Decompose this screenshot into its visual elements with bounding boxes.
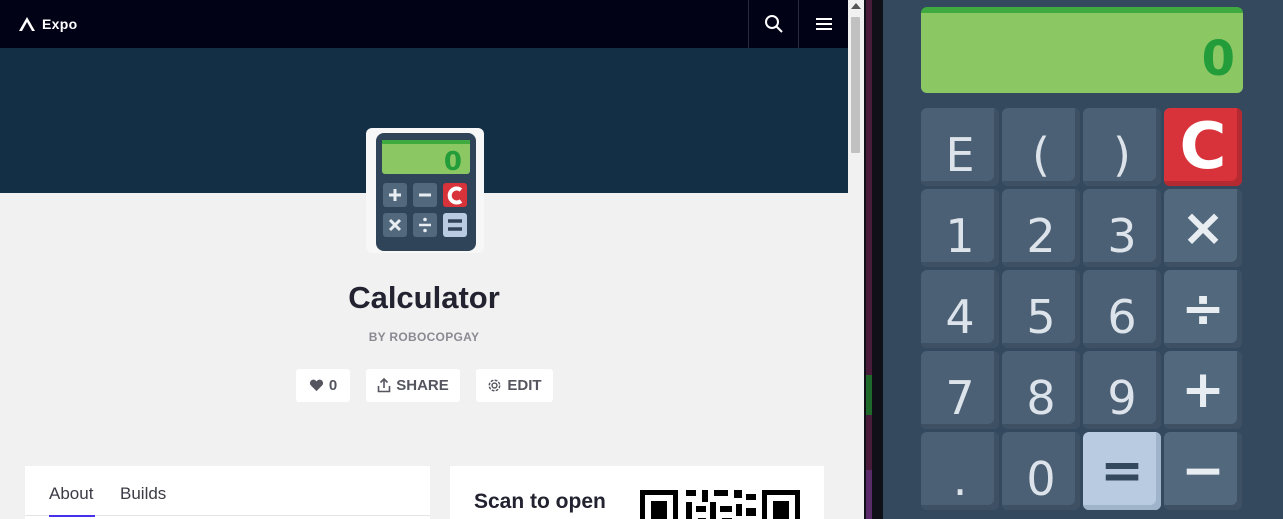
expo-logo-icon xyxy=(19,17,35,31)
heart-icon xyxy=(309,379,323,392)
search-icon xyxy=(765,15,783,33)
qr-heading: Scan to open xyxy=(474,490,606,513)
key-open-paren[interactable]: ( xyxy=(1002,108,1080,186)
key-7[interactable]: 7 xyxy=(921,351,999,429)
key-9[interactable]: 9 xyxy=(1083,351,1161,429)
display-value: 0 xyxy=(1201,31,1235,87)
key-3[interactable]: 3 xyxy=(1083,189,1161,267)
key-0[interactable]: 0 xyxy=(1002,432,1080,510)
key-6[interactable]: 6 xyxy=(1083,270,1161,348)
tab-about[interactable]: About xyxy=(49,484,93,504)
active-tab-indicator xyxy=(49,515,95,517)
qr-code-image xyxy=(640,490,800,519)
key-2[interactable]: 2 xyxy=(1002,189,1080,267)
tab-builds[interactable]: Builds xyxy=(120,484,166,504)
key-close-paren[interactable]: ) xyxy=(1083,108,1161,186)
app-author: BY ROBOCOPGAY xyxy=(368,330,480,344)
key-decimal[interactable]: . xyxy=(921,432,999,510)
edit-button[interactable]: EDIT xyxy=(476,369,553,402)
share-label: SHARE xyxy=(396,377,449,394)
icon-display-text: 0 xyxy=(444,147,462,177)
key-8[interactable]: 8 xyxy=(1002,351,1080,429)
key-minus[interactable]: − xyxy=(1164,432,1242,510)
qr-card: Scan to open xyxy=(450,466,824,519)
share-icon xyxy=(377,378,391,393)
edit-label: EDIT xyxy=(507,377,542,394)
calculator-app-icon: 0 xyxy=(376,133,476,251)
key-equals[interactable]: = xyxy=(1083,432,1161,510)
window-divider xyxy=(864,0,883,519)
background-strip-green xyxy=(866,375,872,415)
calculator-display: 0 xyxy=(921,7,1243,93)
app-title: Calculator xyxy=(348,280,500,315)
like-count: 0 xyxy=(328,377,338,394)
key-e[interactable]: E xyxy=(921,108,999,186)
key-4[interactable]: 4 xyxy=(921,270,999,348)
like-button[interactable]: 0 xyxy=(296,369,350,402)
app-icon: 0 xyxy=(366,128,484,253)
key-divide[interactable]: ÷ xyxy=(1164,270,1242,348)
key-1[interactable]: 1 xyxy=(921,189,999,267)
hamburger-menu-icon xyxy=(816,18,832,30)
brand-name: Expo xyxy=(42,16,78,32)
background-strip-purple xyxy=(866,470,872,519)
expo-web-page: Expo 0 Calculator BY ROBOCOPGAY 0 SHARE … xyxy=(0,0,848,519)
share-button[interactable]: SHARE xyxy=(366,369,460,402)
key-multiply[interactable]: × xyxy=(1164,189,1242,267)
details-tabs-card: About Builds xyxy=(25,466,430,519)
expo-logo-link[interactable]: Expo xyxy=(18,14,77,34)
page-scrollbar[interactable] xyxy=(848,0,864,519)
key-5[interactable]: 5 xyxy=(1002,270,1080,348)
key-plus[interactable]: + xyxy=(1164,351,1242,429)
key-clear[interactable]: C xyxy=(1164,108,1242,186)
background-strip xyxy=(866,0,872,519)
scroll-up-arrow-icon[interactable] xyxy=(851,3,861,9)
top-navigation-bar: Expo xyxy=(0,0,848,48)
scrollbar-thumb[interactable] xyxy=(851,17,860,153)
gear-icon xyxy=(488,379,501,392)
menu-button[interactable] xyxy=(798,0,848,48)
search-button[interactable] xyxy=(748,0,799,48)
calculator-app-preview: 0 E ( ) C 1 2 3 × 4 5 6 ÷ 7 8 9 + . 0 = … xyxy=(883,0,1283,519)
